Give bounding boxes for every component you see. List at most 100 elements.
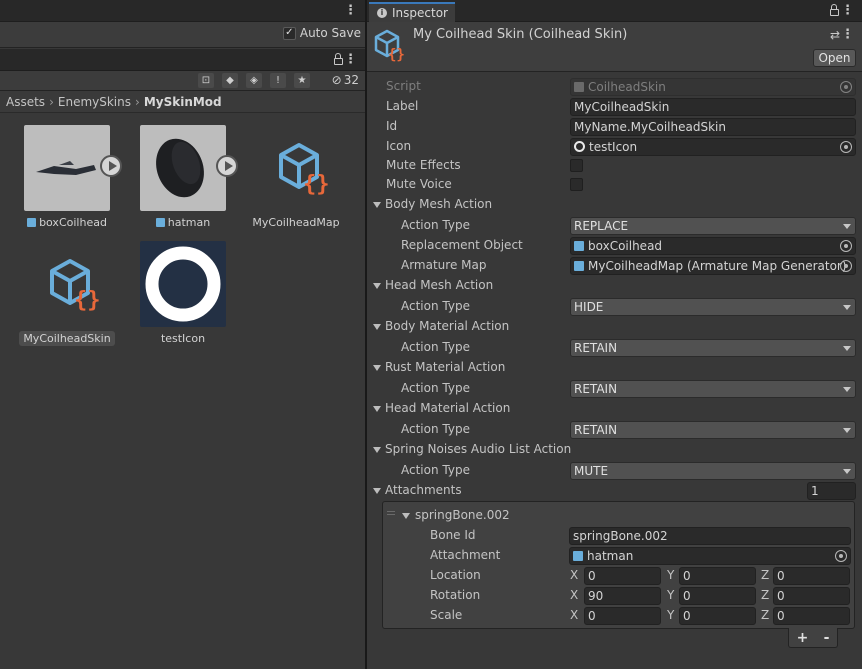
auto-save-toggle[interactable]: ✓ Auto Save bbox=[282, 26, 361, 40]
inspector-header: {} My Coilhead Skin (Coilhead Skin) ⇄ ⋮ … bbox=[367, 22, 862, 72]
object-picker-icon[interactable] bbox=[840, 141, 852, 153]
dropdown-arrow-icon bbox=[843, 428, 851, 433]
body-mesh-action-dropdown[interactable]: REPLACE bbox=[570, 217, 856, 235]
attachment-object-field[interactable]: hatman bbox=[569, 547, 851, 565]
replacement-object-field[interactable]: boxCoilhead bbox=[570, 237, 856, 255]
rotation-y-input[interactable]: 0 bbox=[679, 587, 756, 605]
asset-tile-testicon[interactable]: testIcon bbox=[133, 241, 233, 346]
location-y-input[interactable]: 0 bbox=[679, 567, 756, 585]
filter-type-icon[interactable]: ◆ bbox=[222, 73, 238, 88]
hat-model-icon bbox=[156, 138, 204, 198]
foldout-arrow-icon[interactable] bbox=[373, 406, 381, 412]
foldout-body-mesh[interactable]: Body Mesh Action bbox=[367, 195, 862, 215]
mute-effects-checkbox[interactable] bbox=[570, 159, 583, 172]
id-input[interactable]: MyName.MyCoilheadSkin bbox=[570, 118, 856, 136]
spring-noises-action-dropdown[interactable]: MUTE bbox=[570, 462, 856, 480]
play-preview-icon[interactable] bbox=[100, 155, 122, 177]
label-icon[interactable]: ◈ bbox=[246, 73, 262, 88]
prefab-icon bbox=[155, 218, 165, 227]
breadcrumb-assets[interactable]: Assets bbox=[6, 95, 45, 109]
rust-material-action-dropdown[interactable]: RETAIN bbox=[570, 380, 856, 398]
project-tab-strip: ⋮ bbox=[0, 49, 365, 71]
inspector-panel: i Inspector ⋮ {} My Coilhead Skin (Coilh… bbox=[367, 0, 862, 669]
search-scene-icon[interactable]: ⊡ bbox=[198, 73, 214, 88]
prefab-thumbnail bbox=[24, 125, 110, 211]
svg-text:{}: {} bbox=[303, 172, 330, 197]
add-element-button[interactable]: + bbox=[797, 630, 809, 646]
breadcrumb-enemyskins[interactable]: EnemySkins bbox=[58, 95, 131, 109]
play-preview-icon[interactable] bbox=[216, 155, 238, 177]
rotation-z-input[interactable]: 0 bbox=[773, 587, 850, 605]
remove-element-button[interactable]: - bbox=[824, 630, 830, 646]
chevron-right-icon: › bbox=[49, 94, 54, 109]
armature-map-field[interactable]: MyCoilheadMap (Armature Map Generator) bbox=[570, 257, 856, 275]
asset-tile-hatman[interactable]: hatman bbox=[133, 125, 238, 230]
tab-inspector[interactable]: i Inspector bbox=[369, 2, 455, 22]
dropdown-arrow-icon bbox=[843, 305, 851, 310]
scale-y-input[interactable]: 0 bbox=[679, 607, 756, 625]
field-id: Id MyName.MyCoilheadSkin bbox=[367, 117, 862, 137]
scriptable-object-icon bbox=[574, 261, 584, 271]
foldout-arrow-icon[interactable] bbox=[373, 447, 381, 453]
more-menu-icon[interactable]: ⋮ bbox=[344, 4, 357, 17]
ring-texture-icon bbox=[145, 246, 221, 322]
inspector-title: My Coilhead Skin (Coilhead Skin) bbox=[413, 27, 628, 42]
scale-z-input[interactable]: 0 bbox=[773, 607, 850, 625]
breadcrumb: Assets › EnemySkins › MySkinMod bbox=[0, 91, 365, 113]
more-menu-icon[interactable]: ⋮ bbox=[841, 28, 854, 41]
field-bone-id: Bone Id springBone.002 bbox=[383, 526, 854, 546]
dropdown-arrow-icon bbox=[843, 224, 851, 229]
asset-tile-boxcoilhead[interactable]: boxCoilhead bbox=[17, 125, 122, 230]
foldout-arrow-icon[interactable] bbox=[373, 365, 381, 371]
head-mesh-action-dropdown[interactable]: HIDE bbox=[570, 298, 856, 316]
attachment-element-header[interactable]: springBone.002 bbox=[383, 506, 854, 526]
field-armature-map: Armature Map MyCoilheadMap (Armature Map… bbox=[367, 256, 862, 276]
more-menu-icon[interactable]: ⋮ bbox=[344, 53, 357, 66]
scale-x-input[interactable]: 0 bbox=[584, 607, 661, 625]
preset-settings-icon[interactable]: ⇄ bbox=[830, 28, 840, 42]
rotation-x-input[interactable]: 90 bbox=[584, 587, 661, 605]
foldout-arrow-icon[interactable] bbox=[402, 513, 410, 519]
object-picker-icon[interactable] bbox=[835, 550, 847, 562]
location-z-input[interactable]: 0 bbox=[773, 567, 850, 585]
favorite-star-icon[interactable]: ★ bbox=[294, 73, 310, 88]
foldout-arrow-icon[interactable] bbox=[373, 324, 381, 330]
object-picker-icon[interactable] bbox=[840, 240, 852, 252]
more-menu-icon[interactable]: ⋮ bbox=[841, 4, 854, 17]
lock-icon[interactable] bbox=[830, 4, 839, 16]
auto-save-label: Auto Save bbox=[299, 26, 361, 40]
checkmark-icon[interactable]: ✓ bbox=[282, 26, 296, 40]
foldout-arrow-icon[interactable] bbox=[373, 488, 381, 494]
attachments-count-input[interactable]: 1 bbox=[807, 482, 856, 500]
open-button[interactable]: Open bbox=[813, 49, 856, 67]
asset-tile-mycoilheadmap[interactable]: {} MyCoilheadMap bbox=[246, 125, 346, 230]
script-field: CoilheadSkin bbox=[570, 78, 856, 96]
foldout-arrow-icon[interactable] bbox=[373, 283, 381, 289]
warning-icon[interactable]: ! bbox=[270, 73, 286, 88]
icon-object-field[interactable]: testIcon bbox=[570, 138, 856, 156]
bone-id-input[interactable]: springBone.002 bbox=[569, 527, 851, 545]
foldout-head-material[interactable]: Head Material Action bbox=[367, 399, 862, 419]
foldout-arrow-icon[interactable] bbox=[373, 202, 381, 208]
head-material-action-dropdown[interactable]: RETAIN bbox=[570, 421, 856, 439]
foldout-head-mesh[interactable]: Head Mesh Action bbox=[367, 276, 862, 296]
label-input[interactable]: MyCoilheadSkin bbox=[570, 98, 856, 116]
foldout-rust-material[interactable]: Rust Material Action bbox=[367, 358, 862, 378]
breadcrumb-myskinmod[interactable]: MySkinMod bbox=[144, 95, 222, 109]
scriptable-object-thumbnail: {} bbox=[24, 241, 110, 327]
object-picker-icon[interactable] bbox=[840, 260, 852, 272]
foldout-spring-noises[interactable]: Spring Noises Audio List Action bbox=[367, 440, 862, 460]
prefab-thumbnail bbox=[140, 125, 226, 211]
body-material-action-dropdown[interactable]: RETAIN bbox=[570, 339, 856, 357]
prefab-icon bbox=[27, 218, 37, 227]
script-icon bbox=[574, 82, 584, 92]
foldout-body-material[interactable]: Body Material Action bbox=[367, 317, 862, 337]
foldout-attachments[interactable]: Attachments 1 bbox=[367, 481, 862, 501]
mute-voice-checkbox[interactable] bbox=[570, 178, 583, 191]
asset-tile-mycoilheadskin[interactable]: {} MyCoilheadSkin bbox=[17, 241, 117, 346]
hidden-packages-toggle[interactable]: ⊘ 32 bbox=[332, 73, 359, 87]
asset-label: boxCoilhead bbox=[23, 215, 111, 230]
location-x-input[interactable]: 0 bbox=[584, 567, 661, 585]
lock-icon[interactable] bbox=[334, 53, 343, 65]
info-icon: i bbox=[377, 8, 387, 18]
